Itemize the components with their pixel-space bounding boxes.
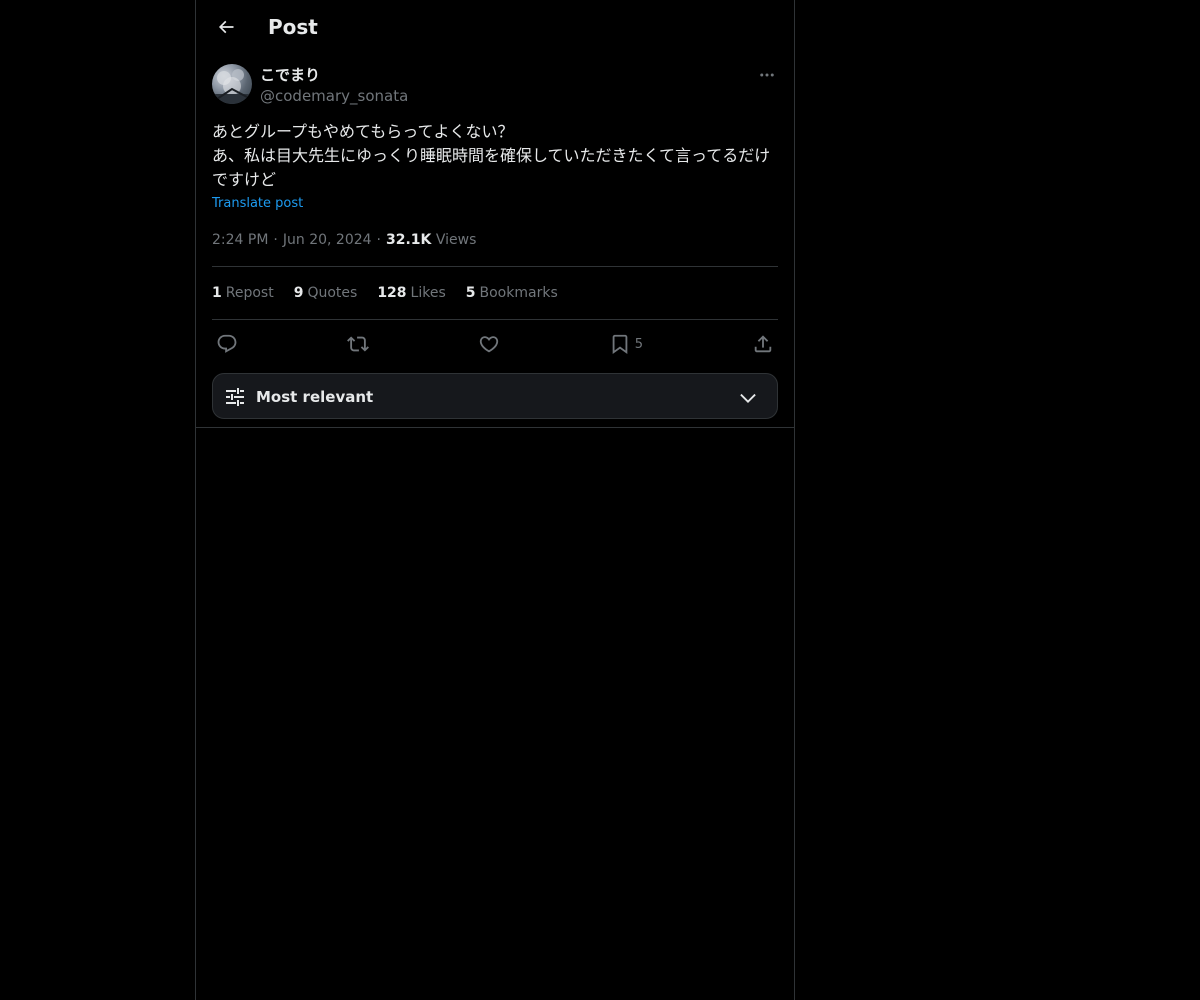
- translate-post-link[interactable]: Translate post: [212, 194, 303, 214]
- back-button[interactable]: [208, 9, 244, 45]
- stat-label: Quotes: [307, 285, 358, 301]
- bookmark-icon: [612, 334, 628, 355]
- action-bar: 5: [212, 320, 778, 368]
- repost-icon: [346, 336, 369, 352]
- author-handle[interactable]: @codemary_sonata: [260, 86, 408, 106]
- stat-label: Repost: [225, 285, 274, 301]
- author-row: こでまり @codemary_sonata: [212, 64, 778, 108]
- post-text: あとグループもやめてもらってよくない？ あ、私は目大先生にゆっくり睡眠時間を確保…: [212, 122, 771, 189]
- avatar-image: [212, 69, 252, 104]
- stat-label: Bookmarks: [479, 285, 558, 301]
- meta-separator: ·: [273, 232, 278, 248]
- primary-column: Post こでまり @codemary_sonata あとグループもやめてもらっ…: [195, 0, 795, 1000]
- reply-button[interactable]: [216, 333, 238, 355]
- like-button[interactable]: [478, 333, 500, 355]
- views-count: 32.1K: [386, 232, 432, 248]
- post-date[interactable]: Jun 20, 2024: [283, 232, 372, 248]
- more-options-button[interactable]: [756, 64, 778, 86]
- reply-sort-dropdown[interactable]: Most relevant: [212, 373, 778, 419]
- reply-icon: [217, 334, 237, 353]
- page-title: Post: [268, 15, 318, 39]
- more-icon: [760, 73, 774, 77]
- bookmark-button[interactable]: 5: [609, 333, 643, 355]
- stat-likes[interactable]: 128 Likes: [377, 285, 445, 301]
- stat-number: 9: [293, 285, 304, 301]
- post-meta: 2:24 PM · Jun 20, 2024 · 32.1K Views: [212, 230, 778, 267]
- stat-bookmarks[interactable]: 5 Bookmarks: [466, 285, 558, 301]
- heart-icon: [479, 336, 499, 353]
- share-button[interactable]: [752, 333, 774, 355]
- bookmark-count: 5: [634, 336, 644, 352]
- stat-reposts[interactable]: 1 Repost: [212, 285, 274, 301]
- repost-button[interactable]: [346, 333, 369, 355]
- author-display-name[interactable]: こでまり: [260, 65, 320, 85]
- stat-quotes[interactable]: 9 Quotes: [294, 285, 358, 301]
- post-detail: こでまり @codemary_sonata あとグループもやめてもらってよくない…: [212, 64, 778, 368]
- arrow-left-icon: [218, 20, 234, 34]
- meta-separator: ·: [376, 232, 381, 248]
- stat-label: Likes: [410, 285, 446, 301]
- engagement-stats: 1 Repost 9 Quotes 128 Likes 5 Bookmarks: [212, 267, 778, 320]
- avatar[interactable]: [212, 64, 252, 104]
- post-time[interactable]: 2:24 PM: [212, 232, 268, 248]
- stat-number: 128: [377, 285, 407, 301]
- views-label: Views: [435, 232, 477, 248]
- stat-number: 1: [212, 285, 222, 301]
- chevron-down-icon: [740, 393, 756, 403]
- stat-number: 5: [465, 285, 476, 301]
- page-header: Post: [196, 0, 794, 55]
- sort-label: Most relevant: [256, 388, 374, 406]
- sliders-icon: [226, 388, 244, 406]
- section-divider: [196, 427, 794, 428]
- share-icon: [754, 335, 772, 353]
